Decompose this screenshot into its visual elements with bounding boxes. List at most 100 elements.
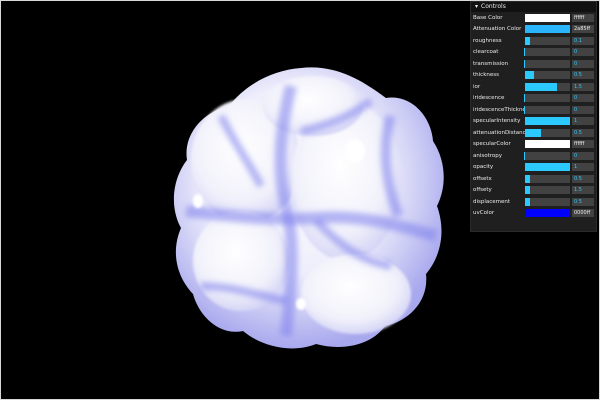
controls-list: Base Color ffffff Attenuation Color 2a85ff r… <box>471 12 596 219</box>
number-field[interactable]: 0.5 <box>572 197 594 206</box>
number-field[interactable]: 0 <box>572 94 594 103</box>
control-label: ior <box>473 83 481 90</box>
control-label: iridescence <box>473 95 505 102</box>
color-hex-field[interactable]: ffffff <box>572 140 594 149</box>
color-swatch[interactable] <box>525 13 570 22</box>
control-row: offsety 1.5 <box>471 185 596 197</box>
number-field[interactable]: 0.5 <box>572 71 594 80</box>
control-row: specularColor ffffff <box>471 139 596 151</box>
number-field[interactable]: 0 <box>572 59 594 68</box>
value-slider[interactable] <box>525 197 570 206</box>
control-input: 0 <box>524 59 594 68</box>
sphere-mesh <box>141 46 461 366</box>
control-input: 1.5 <box>525 82 594 91</box>
control-label: iridescenceThickness <box>473 106 525 113</box>
control-row: transmission 0 <box>471 58 596 70</box>
color-swatch[interactable] <box>525 140 570 149</box>
control-input: 0.5 <box>525 197 594 206</box>
number-field[interactable]: 0 <box>572 48 594 57</box>
control-label: specularIntensity <box>473 118 521 125</box>
value-slider[interactable] <box>524 59 570 68</box>
number-field[interactable]: 1 <box>572 117 594 126</box>
control-label: offsetx <box>473 175 492 182</box>
value-slider[interactable] <box>525 36 570 45</box>
control-label: displacement <box>473 198 511 205</box>
control-input: 1 <box>525 163 594 172</box>
control-label: clearcoat <box>473 49 499 56</box>
control-row: offsetx 0.5 <box>471 173 596 185</box>
control-label: attenuationDistance <box>473 129 525 136</box>
control-label: anisotropy <box>473 152 503 159</box>
value-slider[interactable] <box>524 48 570 57</box>
value-slider[interactable] <box>525 82 570 91</box>
slider-fill <box>525 117 570 126</box>
control-label: thickness <box>473 72 499 79</box>
control-label: uvColor <box>473 210 495 217</box>
slider-fill <box>525 197 531 206</box>
control-row: opacity 1 <box>471 162 596 174</box>
number-field[interactable]: 1.5 <box>572 186 594 195</box>
value-slider[interactable] <box>525 71 570 80</box>
controls-header[interactable]: ▾ Controls <box>471 2 596 12</box>
number-field[interactable]: 1 <box>572 163 594 172</box>
control-row: uvColor 0000ff <box>471 208 596 220</box>
number-field[interactable]: 0 <box>572 105 594 114</box>
control-input: 0 <box>524 105 594 114</box>
control-row: roughness 0.1 <box>471 35 596 47</box>
control-row: clearcoat 0 <box>471 47 596 59</box>
control-input: 1.5 <box>525 186 594 195</box>
control-label: offsety <box>473 187 492 194</box>
control-input: 0 <box>524 151 594 160</box>
control-row: Attenuation Color 2a85ff <box>471 24 596 36</box>
color-swatch[interactable] <box>525 25 570 34</box>
control-label: roughness <box>473 37 502 44</box>
control-input: 0.5 <box>525 71 594 80</box>
control-input: 1 <box>525 117 594 126</box>
number-field[interactable]: 0.5 <box>572 128 594 137</box>
slider-fill <box>525 163 570 172</box>
slider-fill <box>525 82 557 91</box>
value-slider[interactable] <box>525 186 570 195</box>
slider-fill <box>525 71 534 80</box>
value-slider[interactable] <box>525 174 570 183</box>
control-label: Attenuation Color <box>473 26 522 33</box>
control-row: anisotropy 0 <box>471 150 596 162</box>
color-hex-field[interactable]: 0000ff <box>572 209 594 218</box>
control-row: iridescence 0 <box>471 93 596 105</box>
color-hex-field[interactable]: ffffff <box>572 13 594 22</box>
number-field[interactable]: 0.1 <box>572 36 594 45</box>
control-input: 2a85ff <box>525 25 594 34</box>
number-field[interactable]: 0 <box>572 151 594 160</box>
control-row: attenuationDistance 0.5 <box>471 127 596 139</box>
slider-fill <box>525 174 530 183</box>
value-slider[interactable] <box>525 128 570 137</box>
number-field[interactable]: 1.5 <box>572 82 594 91</box>
control-input: ffffff <box>525 13 594 22</box>
value-slider[interactable] <box>525 163 570 172</box>
controls-panel: ▾ Controls Base Color ffffff Attenuation C… <box>470 1 597 232</box>
control-row: ior 1.5 <box>471 81 596 93</box>
number-field[interactable]: 0.5 <box>572 174 594 183</box>
control-label: opacity <box>473 164 494 171</box>
value-slider[interactable] <box>525 117 570 126</box>
control-input: ffffff <box>525 140 594 149</box>
control-input: 0.5 <box>525 174 594 183</box>
value-slider[interactable] <box>524 151 570 160</box>
control-row: Base Color ffffff <box>471 12 596 24</box>
value-slider[interactable] <box>524 94 570 103</box>
control-label: specularColor <box>473 141 511 148</box>
slider-fill <box>525 186 530 195</box>
control-row: specularIntensity 1 <box>471 116 596 128</box>
control-row: thickness 0.5 <box>471 70 596 82</box>
control-input: 0 <box>524 48 594 57</box>
sphere-render <box>173 67 444 349</box>
control-row: displacement 0.5 <box>471 196 596 208</box>
slider-fill <box>525 128 541 137</box>
control-input: 0.5 <box>525 128 594 137</box>
control-label: Base Color <box>473 14 503 21</box>
color-hex-field[interactable]: 2a85ff <box>572 25 594 34</box>
controls-title: Controls <box>481 3 506 10</box>
value-slider[interactable] <box>524 105 570 114</box>
color-swatch[interactable] <box>525 209 570 218</box>
slider-fill <box>525 36 530 45</box>
